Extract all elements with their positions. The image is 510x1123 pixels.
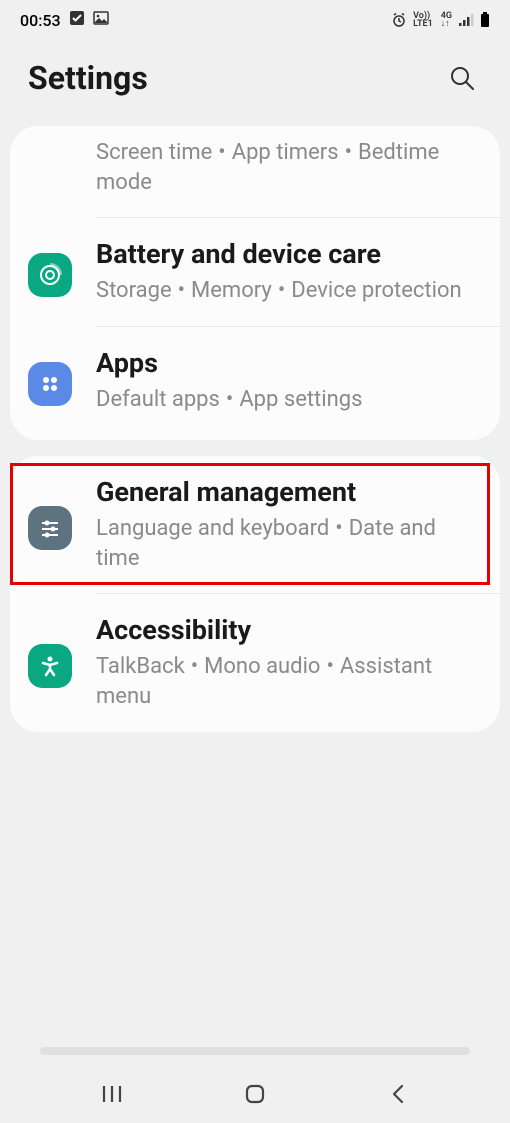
settings-item-apps[interactable]: Apps Default apps•App settings — [10, 327, 500, 440]
setting-title: Accessibility — [96, 614, 482, 648]
setting-subtitle: Default apps•App settings — [96, 385, 482, 415]
navigation-bar — [0, 1065, 510, 1123]
status-right: Vo))LTE1 4G↓↑ — [391, 12, 490, 28]
general-management-icon — [28, 506, 72, 550]
network-indicator: 4G↓↑ — [441, 12, 452, 28]
nav-recent-button[interactable] — [72, 1074, 152, 1114]
setting-text: Accessibility TalkBack•Mono audio•Assist… — [96, 614, 482, 711]
setting-text: Screen time•App timers•Bedtime mode — [96, 138, 482, 197]
home-icon — [243, 1082, 267, 1106]
setting-title: General management — [96, 476, 482, 510]
accessibility-icon — [28, 644, 72, 688]
recent-apps-icon — [101, 1083, 123, 1105]
status-bar: 00:53 Vo))LTE1 4G↓↑ — [0, 0, 510, 40]
settings-card: General management Language and keyboard… — [10, 456, 500, 731]
alarm-icon — [391, 12, 407, 28]
status-time: 00:53 — [20, 11, 61, 30]
icon-spacer — [28, 138, 72, 148]
setting-subtitle: Storage•Memory•Device protection — [96, 276, 482, 306]
battery-icon — [480, 12, 490, 28]
search-icon — [448, 64, 476, 92]
checkbox-icon — [69, 10, 85, 30]
header: Settings — [0, 40, 510, 126]
settings-item-general-management[interactable]: General management Language and keyboard… — [10, 456, 500, 593]
back-icon — [388, 1082, 408, 1106]
status-left: 00:53 — [20, 10, 109, 30]
page-title: Settings — [28, 59, 148, 97]
setting-title: Apps — [96, 347, 482, 381]
search-button[interactable] — [442, 58, 482, 98]
settings-item-accessibility[interactable]: Accessibility TalkBack•Mono audio•Assist… — [10, 594, 500, 731]
nav-home-button[interactable] — [215, 1074, 295, 1114]
settings-card: Screen time•App timers•Bedtime mode Batt… — [10, 126, 500, 440]
setting-subtitle: Screen time•App timers•Bedtime mode — [96, 138, 482, 197]
setting-title: Battery and device care — [96, 238, 482, 272]
picture-icon — [93, 10, 109, 30]
setting-text: General management Language and keyboard… — [96, 476, 482, 573]
apps-icon — [28, 362, 72, 406]
settings-item-digital-wellbeing[interactable]: Screen time•App timers•Bedtime mode — [10, 126, 500, 217]
setting-text: Apps Default apps•App settings — [96, 347, 482, 414]
settings-item-battery-device-care[interactable]: Battery and device care Storage•Memory•D… — [10, 218, 500, 325]
nav-back-button[interactable] — [358, 1074, 438, 1114]
scrollbar[interactable] — [40, 1047, 470, 1055]
signal-icon — [458, 13, 474, 27]
setting-subtitle: Language and keyboard•Date and time — [96, 514, 482, 573]
setting-subtitle: TalkBack•Mono audio•Assistant menu — [96, 652, 482, 711]
device-care-icon — [28, 253, 72, 297]
volte-indicator: Vo))LTE1 — [413, 12, 433, 28]
setting-text: Battery and device care Storage•Memory•D… — [96, 238, 482, 305]
